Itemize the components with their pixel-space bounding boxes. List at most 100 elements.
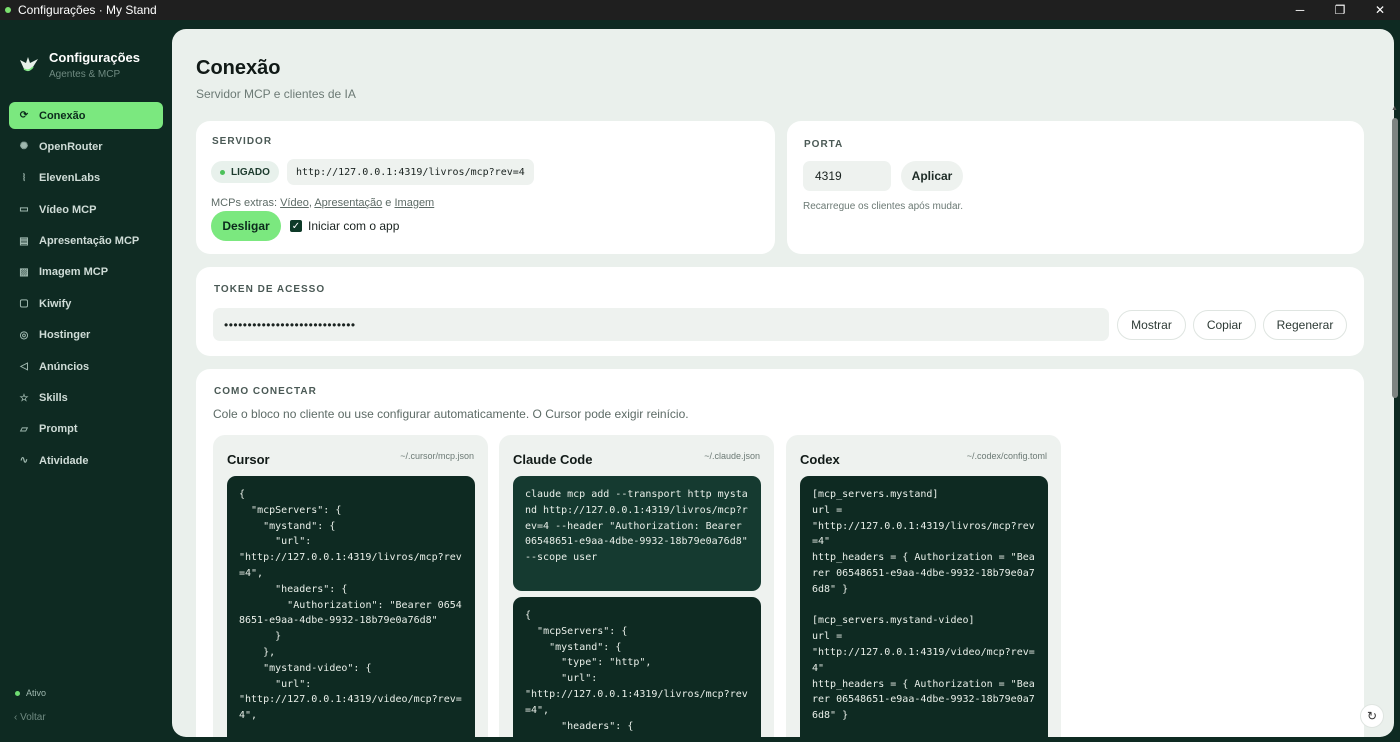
start-with-app-label: Iniciar com o app	[308, 219, 400, 233]
bird-logo-icon	[20, 57, 38, 72]
refresh-icon[interactable]: ↻	[1360, 704, 1384, 728]
show-token-button[interactable]: Mostrar	[1117, 310, 1186, 340]
start-with-app-checkbox[interactable]: ✓	[290, 220, 302, 232]
client-path: ~/.cursor/mcp.json	[400, 451, 474, 461]
sidebar-item-label: Kiwify	[39, 297, 72, 310]
sidebar-item-label: Vídeo MCP	[39, 203, 97, 216]
sidebar-item-apresentacao-mcp[interactable]: ▤ Apresentação MCP	[9, 228, 163, 255]
back-label: Voltar	[20, 712, 46, 723]
client-name: Codex	[800, 452, 840, 467]
sidebar-item-label: Atividade	[39, 454, 89, 467]
extras-line: MCPs extras: Vídeo, Apresentação e Image…	[211, 197, 434, 209]
port-hint: Recarregue os clientes após mudar.	[803, 201, 964, 212]
client-card-codex: Codex ~/.codex/config.toml [mcp_servers.…	[786, 435, 1061, 737]
port-input[interactable]: 4319	[803, 161, 891, 191]
sidebar-item-label: Skills	[39, 392, 68, 405]
copy-token-button[interactable]: Copiar	[1193, 310, 1256, 340]
sidebar-item-atividade[interactable]: ∿ Atividade	[9, 447, 163, 474]
status-badge: LIGADO	[211, 161, 279, 183]
port-label: PORTA	[804, 139, 844, 150]
sidebar-item-skills[interactable]: ☆ Skills	[9, 385, 163, 412]
minimize-icon[interactable]: ─	[1280, 0, 1320, 20]
token-label: TOKEN DE ACESSO	[214, 284, 326, 295]
extras-link-imagem[interactable]: Imagem	[394, 197, 434, 209]
main-content: Conexão Servidor MCP e clientes de IA SE…	[172, 29, 1394, 737]
activity-icon: ∿	[19, 455, 29, 467]
sidebar-item-label: ElevenLabs	[39, 172, 101, 185]
command-code-block[interactable]: claude mcp add --transport http mystand …	[513, 476, 761, 591]
client-card-cursor: Cursor ~/.cursor/mcp.json { "mcpServers"…	[213, 435, 488, 737]
page-subtitle: Servidor MCP e clientes de IA	[196, 87, 356, 101]
sidebar-item-video-mcp[interactable]: ▭ Vídeo MCP	[9, 196, 163, 223]
client-name: Cursor	[227, 452, 270, 467]
brand-title: Configurações	[49, 50, 141, 65]
sidebar-item-label: Apresentação MCP	[39, 235, 140, 248]
close-icon[interactable]: ✕	[1360, 0, 1400, 20]
client-name: Claude Code	[513, 452, 593, 467]
connect-label: COMO CONECTAR	[214, 386, 317, 397]
chevron-left-icon: ‹	[14, 712, 18, 723]
config-code-block[interactable]: { "mcpServers": { "mystand": { "url": "h…	[227, 476, 475, 737]
extras-separator: ,	[308, 197, 312, 209]
extras-separator: e	[385, 197, 392, 209]
client-path: ~/.claude.json	[704, 451, 760, 461]
maximize-icon[interactable]: ❐	[1320, 0, 1360, 20]
regenerate-token-button[interactable]: Regenerar	[1263, 310, 1347, 340]
title-bar: Configurações · My Stand ─ ❐ ✕	[0, 0, 1400, 20]
server-label: SERVIDOR	[212, 136, 273, 147]
status-label: Ativo	[26, 688, 47, 698]
config-code-block[interactable]: [mcp_servers.mystand] url = "http://127.…	[800, 476, 1048, 737]
scroll-up-arrow-icon[interactable]: ▲	[1391, 105, 1398, 112]
port-card: PORTA 4319 Aplicar Recarregue os cliente…	[787, 121, 1364, 254]
sidebar-item-kiwify[interactable]: ▢ Kiwify	[9, 290, 163, 317]
sidebar-item-label: Hostinger	[39, 329, 91, 342]
video-icon: ▭	[19, 204, 29, 216]
status-indicator: Ativo	[15, 688, 46, 698]
server-url[interactable]: http://127.0.0.1:4319/livros/mcp?rev=4	[287, 159, 534, 185]
sidebar-item-anuncios[interactable]: ◁ Anúncios	[9, 353, 163, 380]
connect-card: COMO CONECTAR Cole o bloco no cliente ou…	[196, 369, 1364, 737]
sidebar-item-label: Anúncios	[39, 360, 90, 373]
client-path: ~/.codex/config.toml	[966, 451, 1047, 461]
brand-subtitle: Agentes & MCP	[49, 69, 121, 80]
chat-icon: ▱	[20, 423, 28, 435]
sidebar-item-label: Imagem MCP	[39, 266, 109, 279]
status-dot-icon	[15, 690, 20, 696]
back-button[interactable]: ‹ Voltar	[14, 712, 46, 723]
sidebar-item-prompt[interactable]: ▱ Prompt	[9, 416, 163, 443]
sidebar-item-hostinger[interactable]: ◎ Hostinger	[9, 322, 163, 349]
sidebar-item-label: Prompt	[39, 423, 78, 436]
extras-link-video[interactable]: Vídeo	[280, 197, 309, 209]
scrollbar-thumb[interactable]	[1392, 118, 1398, 398]
sidebar-item-openrouter[interactable]: ✺ OpenRouter	[9, 133, 163, 160]
sidebar-nav: ⟳ Conexão ✺ OpenRouter ⦚ ElevenLabs ▭ Ví…	[9, 102, 163, 479]
token-field[interactable]: ••••••••••••••••••••••••••••	[213, 308, 1109, 341]
toggle-server-button[interactable]: Desligar	[211, 211, 281, 241]
link-icon: ⟳	[19, 110, 29, 121]
server-card: SERVIDOR LIGADO http://127.0.0.1:4319/li…	[196, 121, 775, 254]
extras-prefix: MCPs extras:	[211, 197, 278, 209]
bag-icon: ▢	[19, 298, 29, 310]
sidebar: Configurações Agentes & MCP ⟳ Conexão ✺ …	[0, 20, 172, 742]
image-icon: ▨	[19, 266, 29, 278]
client-card-claude-code: Claude Code ~/.claude.json claude mcp ad…	[499, 435, 774, 737]
apply-button[interactable]: Aplicar	[901, 161, 963, 191]
status-dot-icon	[220, 169, 225, 175]
sidebar-item-label: OpenRouter	[39, 140, 103, 153]
sun-icon: ✺	[19, 141, 29, 153]
config-code-block[interactable]: { "mcpServers": { "mystand": { "type": "…	[513, 597, 761, 737]
waveform-icon: ⦚	[22, 172, 26, 184]
app-icon	[5, 7, 11, 13]
sidebar-item-conexao[interactable]: ⟳ Conexão	[9, 102, 163, 129]
window-title: Configurações · My Stand	[18, 3, 157, 17]
sidebar-item-imagem-mcp[interactable]: ▨ Imagem MCP	[9, 259, 163, 286]
token-card: TOKEN DE ACESSO ••••••••••••••••••••••••…	[196, 267, 1364, 356]
connect-subtitle: Cole o bloco no cliente ou use configura…	[213, 407, 689, 421]
star-icon: ☆	[19, 392, 29, 404]
sidebar-item-elevenlabs[interactable]: ⦚ ElevenLabs	[9, 165, 163, 192]
page-title: Conexão	[196, 57, 281, 79]
presentation-icon: ▤	[19, 235, 29, 247]
extras-link-apresentacao[interactable]: Apresentação	[314, 197, 382, 209]
sidebar-item-label: Conexão	[39, 109, 86, 122]
status-badge-label: LIGADO	[231, 166, 270, 178]
